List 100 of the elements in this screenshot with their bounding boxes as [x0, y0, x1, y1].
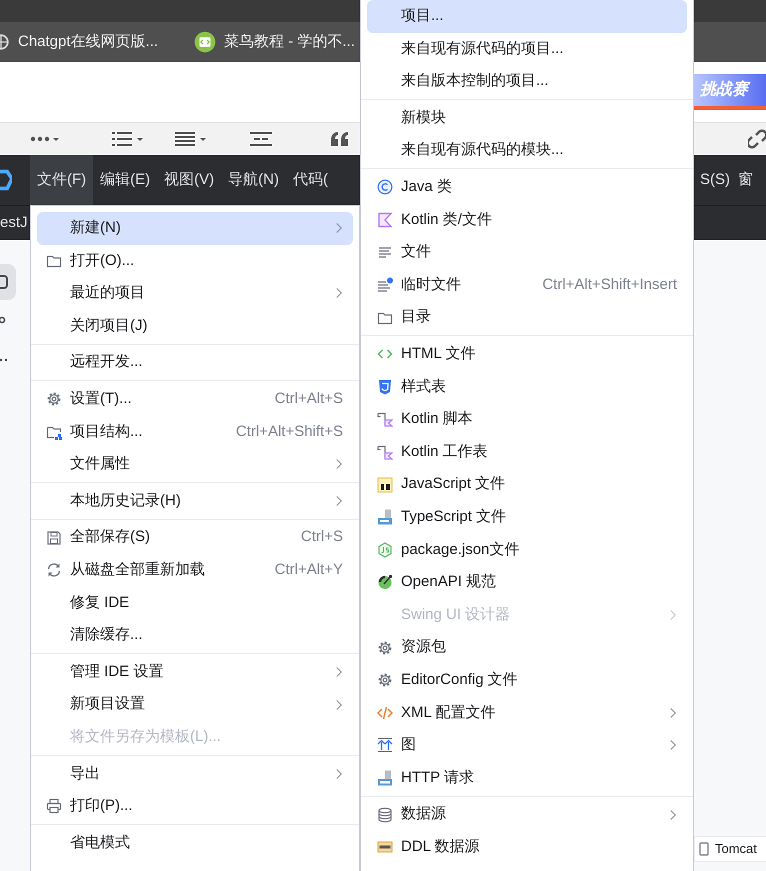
menu-item[interactable]: 管理 IDE 设置: [37, 656, 353, 688]
chevron-icon: [669, 808, 677, 821]
script-file-icon: [377, 444, 393, 460]
menu-item[interactable]: 项目结构... Ctrl+Alt+Shift+S: [37, 416, 353, 448]
menu-bar-item[interactable]: 窗: [734, 155, 757, 205]
menu-item[interactable]: 全部保存(S) Ctrl+S: [37, 521, 353, 554]
menu-item[interactable]: package.json文件: [367, 534, 687, 566]
project-tool-icon[interactable]: [0, 264, 16, 300]
database-icon: [377, 806, 393, 823]
menu-item[interactable]: 打印(P)...: [37, 790, 353, 823]
menu-item[interactable]: 本地历史记录(H): [37, 484, 353, 518]
menu-item[interactable]: 来自现有源代码的项目...: [367, 32, 687, 66]
menu-item[interactable]: 文件属性: [37, 448, 353, 481]
menu-item[interactable]: 文件: [367, 236, 687, 269]
menu-item[interactable]: 资源包: [367, 631, 687, 664]
menu-item[interactable]: Java 类: [367, 170, 687, 204]
menu-item[interactable]: Kotlin 类/文件: [367, 204, 687, 236]
menu-bar-item[interactable]: 导航(N): [221, 155, 286, 205]
menu-item[interactable]: 新项目设置: [37, 688, 353, 721]
menu-item[interactable]: 图: [367, 729, 687, 762]
menu-item[interactable]: 项目...: [367, 0, 687, 33]
chevron-icon: [669, 706, 677, 719]
chevron-icon: [335, 698, 343, 711]
menu-item[interactable]: TypeScript 文件: [367, 500, 687, 534]
menu-item[interactable]: 省电模式: [37, 826, 353, 860]
chevron-icon: [335, 287, 343, 300]
menu-item[interactable]: 来自现有源代码的模块...: [367, 134, 687, 167]
menu-item[interactable]: Kotlin 脚本: [367, 403, 687, 436]
menu-item[interactable]: 导出: [37, 758, 353, 790]
menu-item[interactable]: 打开(O)...: [37, 244, 353, 278]
chevron-icon: [335, 768, 343, 780]
menu-item[interactable]: 新建(N): [37, 212, 353, 245]
menu-item[interactable]: HTML 文件: [367, 338, 687, 371]
editor-tab[interactable]: estJ: [0, 212, 28, 234]
script-file-icon: [377, 411, 393, 428]
menu-item[interactable]: 临时文件 Ctrl+Alt+Shift+Insert: [367, 268, 687, 302]
menu-item[interactable]: 新模块: [367, 102, 687, 134]
menu-item[interactable]: 清除缓存...: [37, 619, 353, 652]
kotlin-file-icon: [377, 212, 393, 228]
chevron-icon: [335, 666, 343, 678]
reload-icon: [46, 562, 62, 578]
ddl-file-icon: [377, 839, 393, 856]
target-icon: [377, 574, 393, 590]
menu-bar-item[interactable]: 文件(F): [30, 155, 94, 205]
save-icon: [46, 530, 62, 546]
chevron-icon: [335, 495, 343, 508]
menu-item[interactable]: 设置(T)... Ctrl+Alt+S: [37, 382, 353, 416]
settings-icon: [46, 391, 62, 408]
shortcut-text: Ctrl+Alt+Shift+Insert: [541, 274, 677, 295]
bookmark[interactable]: Chatgpt在线网页版...: [0, 30, 158, 54]
more-icon[interactable]: [0, 358, 8, 362]
menu-item[interactable]: DDL 数据源: [367, 830, 687, 864]
menu-bar-item[interactable]: 视图(V): [157, 155, 222, 205]
shortcut-text: Ctrl+Alt+Y: [274, 560, 343, 580]
menu-item[interactable]: EditorConfig 文件: [367, 664, 687, 696]
menu-bar-item[interactable]: 编辑(E): [93, 155, 158, 205]
menu-item[interactable]: 关闭项目(J): [37, 310, 353, 342]
bookmark[interactable]: 菜鸟教程 - 学的不...: [194, 30, 355, 54]
banner-text: 挑战赛: [700, 78, 748, 102]
link-icon[interactable]: [748, 129, 766, 149]
menu-item[interactable]: 来自版本控制的项目...: [367, 65, 687, 98]
shortcut-text: Ctrl+S: [300, 527, 343, 548]
hexagon-icon: [377, 542, 393, 558]
menu-item[interactable]: 从磁盘全部重新加载 Ctrl+Alt+Y: [37, 554, 353, 587]
shortcut-text: Ctrl+Alt+S: [274, 389, 343, 410]
ts-file-icon: [377, 509, 393, 526]
menu-item[interactable]: OpenAPI 规范: [367, 566, 687, 599]
more-icon[interactable]: [30, 134, 60, 144]
chevron-icon: [335, 458, 343, 470]
api-file-icon: [377, 770, 393, 786]
shield-icon: [377, 378, 393, 395]
settings-icon: [377, 640, 393, 656]
code-badge-icon: [194, 31, 216, 53]
menu-bar-item[interactable]: S(S): [696, 155, 734, 205]
printer-icon: [46, 798, 62, 814]
menu-bar-item[interactable]: 代码(: [286, 155, 335, 205]
chevron-icon: [335, 222, 343, 234]
menu-item[interactable]: 样式表: [367, 370, 687, 404]
indent-icon[interactable]: [250, 131, 272, 147]
menu-item[interactable]: 目录: [367, 301, 687, 334]
xml-tag-icon: [377, 704, 393, 721]
menu-item[interactable]: 远程开发...: [37, 346, 353, 379]
js-file-icon: [377, 476, 393, 493]
settings-icon: [377, 672, 393, 688]
menu-item[interactable]: 修复 IDE: [37, 586, 353, 620]
chevron-icon: [669, 739, 677, 752]
menu-item[interactable]: HTTP 请求: [367, 762, 687, 794]
menu-item[interactable]: XML 配置文件: [367, 696, 687, 730]
menu-item[interactable]: JavaScript 文件: [367, 468, 687, 501]
shortcut-text: Ctrl+Alt+Shift+S: [234, 422, 343, 442]
quote-icon[interactable]: [330, 131, 350, 147]
chevron-icon: [669, 608, 677, 621]
menu-item[interactable]: Kotlin 工作表: [367, 436, 687, 468]
scratch-file-icon: [377, 277, 393, 294]
diagram-icon: [377, 737, 393, 754]
menu-item[interactable]: 数据源: [367, 798, 687, 831]
server-icon: [699, 842, 709, 856]
bullet-list-icon[interactable]: [112, 131, 144, 147]
align-icon[interactable]: [175, 131, 207, 147]
menu-item[interactable]: 最近的项目: [37, 277, 353, 310]
